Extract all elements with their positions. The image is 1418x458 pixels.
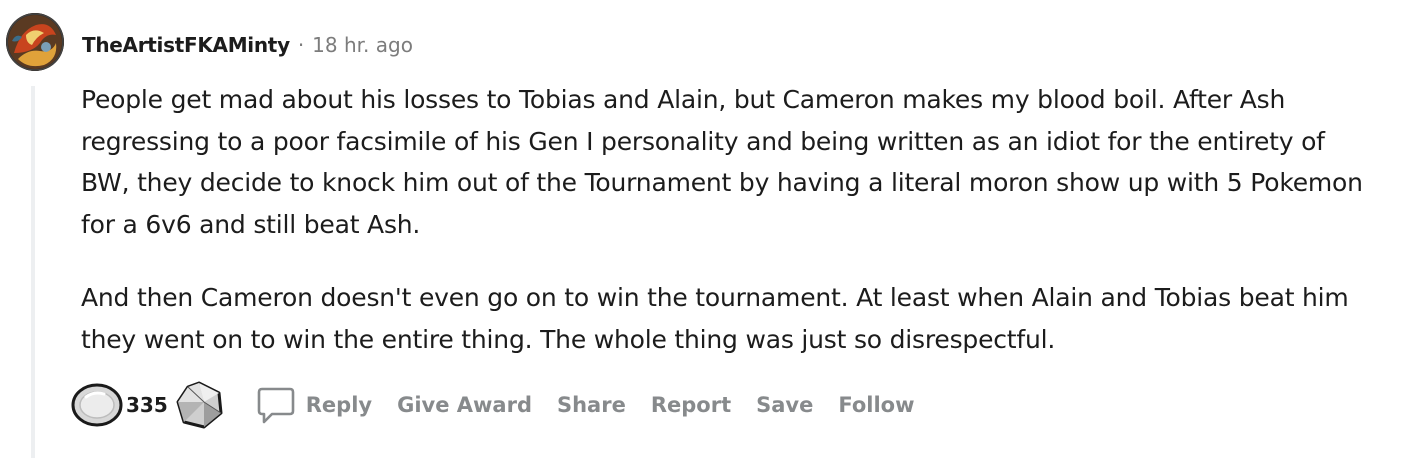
comment-bubble-icon[interactable] bbox=[256, 383, 296, 427]
comment-paragraph: People get mad about his losses to Tobia… bbox=[81, 85, 1363, 239]
comment-author[interactable]: TheArtistFKAMinty bbox=[82, 33, 290, 57]
follow-button[interactable]: Follow bbox=[838, 393, 914, 417]
user-avatar[interactable] bbox=[6, 13, 64, 71]
vote-score: 335 bbox=[126, 393, 168, 417]
comment-body: People get mad about his losses to Tobia… bbox=[81, 79, 1371, 360]
save-button[interactable]: Save bbox=[756, 393, 813, 417]
avatar-image bbox=[6, 13, 64, 71]
meta-separator: · bbox=[297, 33, 305, 57]
comment-actions: 335 Reply Give Award Share Report Save F… bbox=[70, 380, 915, 430]
downvote-icon[interactable] bbox=[174, 380, 224, 430]
thread-line[interactable] bbox=[31, 86, 35, 458]
comment-meta: TheArtistFKAMinty · 18 hr. ago bbox=[82, 30, 413, 60]
report-button[interactable]: Report bbox=[651, 393, 731, 417]
comment-paragraph: And then Cameron doesn't even go on to w… bbox=[81, 283, 1349, 354]
share-button[interactable]: Share bbox=[557, 393, 626, 417]
comment-timestamp[interactable]: 18 hr. ago bbox=[312, 33, 413, 57]
give-award-button[interactable]: Give Award bbox=[397, 393, 532, 417]
upvote-icon[interactable] bbox=[70, 381, 124, 429]
reply-button[interactable]: Reply bbox=[306, 393, 372, 417]
